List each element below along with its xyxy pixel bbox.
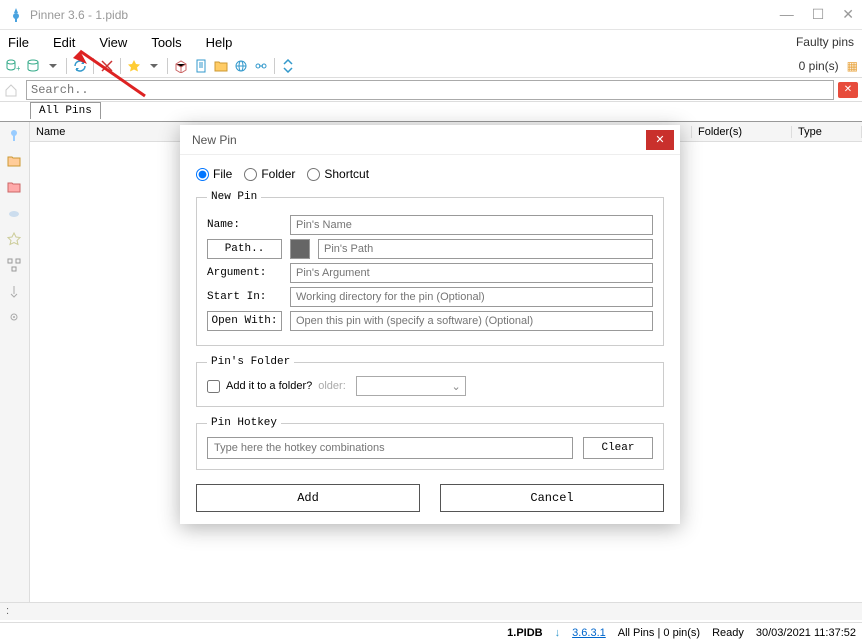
close-button[interactable]: ✕ [842, 6, 854, 23]
clear-hotkey-button[interactable]: Clear [583, 437, 653, 459]
pin-count: 0 pin(s) [799, 59, 839, 73]
folder-sublabel: older: [318, 380, 346, 392]
status-pins: All Pins | 0 pin(s) [618, 627, 700, 639]
radio-shortcut[interactable]: Shortcut [307, 167, 369, 181]
document-icon[interactable] [192, 57, 210, 75]
menu-file[interactable]: File [8, 35, 29, 50]
separator [120, 58, 121, 74]
separator [93, 58, 94, 74]
app-icon [8, 7, 24, 23]
pins-folder-legend: Pin's Folder [207, 356, 294, 368]
add-button[interactable]: Add [196, 484, 420, 512]
col-type[interactable]: Type [792, 126, 862, 138]
folder-open-icon[interactable] [7, 180, 23, 196]
sort-icon[interactable] [279, 57, 297, 75]
name-input[interactable] [290, 215, 653, 235]
dialog-title: New Pin [192, 133, 237, 147]
globe-icon[interactable] [232, 57, 250, 75]
pins-folder-fieldset: Pin's Folder Add it to a folder? older: … [196, 356, 664, 407]
openwith-button[interactable]: Open With: [207, 311, 282, 331]
new-pin-fieldset: New Pin Name: Path.. Argument: Start In:… [196, 191, 664, 346]
minimize-button[interactable]: — [780, 6, 794, 23]
pin-icon[interactable] [7, 128, 23, 144]
sidebar [0, 122, 30, 604]
argument-input[interactable] [290, 263, 653, 283]
path-input[interactable] [318, 239, 653, 259]
menu-view[interactable]: View [99, 35, 127, 50]
hotkey-input[interactable] [207, 437, 573, 459]
openwith-input[interactable] [290, 311, 653, 331]
clear-search-button[interactable]: ✕ [838, 82, 858, 98]
status-ready: Ready [712, 627, 744, 639]
radio-folder-input[interactable] [244, 168, 257, 181]
faulty-pins-label: Faulty pins [796, 35, 854, 49]
maximize-button[interactable]: ☐ [812, 6, 825, 23]
new-pin-legend: New Pin [207, 191, 261, 203]
radio-folder[interactable]: Folder [244, 167, 295, 181]
menu-tools[interactable]: Tools [151, 35, 181, 50]
startin-label: Start In: [207, 291, 282, 303]
radio-file[interactable]: File [196, 167, 232, 181]
status-datetime: 30/03/2021 11:37:52 [756, 627, 856, 639]
path-button[interactable]: Path.. [207, 239, 282, 259]
dropdown-icon[interactable] [44, 57, 62, 75]
folder-select[interactable]: ⌄ [356, 376, 466, 396]
star-icon[interactable] [125, 57, 143, 75]
folder-icon[interactable] [212, 57, 230, 75]
tab-all-pins[interactable]: All Pins [30, 102, 101, 119]
cloud-icon[interactable] [7, 206, 23, 222]
download-icon[interactable]: ↓ [555, 627, 561, 639]
gear-icon[interactable] [7, 310, 23, 326]
col-folders[interactable]: Folder(s) [692, 126, 792, 138]
title-bar: Pinner 3.6 - 1.pidb — ☐ ✕ [0, 0, 862, 30]
new-pin-dialog: New Pin ✕ File Folder Shortcut New Pin N… [180, 125, 680, 524]
refresh-icon[interactable] [71, 57, 89, 75]
separator [167, 58, 168, 74]
tab-bar: All Pins [0, 102, 862, 122]
pin-hotkey-legend: Pin Hotkey [207, 417, 281, 429]
cancel-button[interactable]: Cancel [440, 484, 664, 512]
menu-bar: File Edit View Tools Help Faulty pins [0, 30, 862, 54]
status-file: 1.PIDB [507, 627, 542, 639]
dropdown-icon[interactable] [145, 57, 163, 75]
search-input[interactable] [26, 80, 834, 100]
db-add-icon[interactable]: + [4, 57, 22, 75]
separator [66, 58, 67, 74]
radio-file-input[interactable] [196, 168, 209, 181]
menu-help[interactable]: Help [206, 35, 233, 50]
pushpin-icon[interactable] [7, 284, 23, 300]
folder-closed-icon[interactable] [7, 154, 23, 170]
status-colon: : [6, 605, 9, 617]
status-bar-1: : [0, 602, 862, 620]
version-link[interactable]: 3.6.3.1 [572, 627, 606, 639]
argument-label: Argument: [207, 267, 282, 279]
toolbar: + 0 pin(s) ▦ [0, 54, 862, 78]
radio-shortcut-input[interactable] [307, 168, 320, 181]
separator [274, 58, 275, 74]
grid-view-icon[interactable]: ▦ [847, 59, 858, 73]
menu-edit[interactable]: Edit [53, 35, 75, 50]
svg-text:+: + [16, 64, 20, 73]
pin-hotkey-fieldset: Pin Hotkey Clear [196, 417, 664, 470]
tree-icon[interactable] [7, 258, 23, 274]
star-outline-icon[interactable] [7, 232, 23, 248]
link-icon[interactable] [252, 57, 270, 75]
add-to-folder-label: Add it to a folder? [226, 380, 312, 392]
home-icon[interactable] [4, 83, 22, 97]
add-to-folder-checkbox[interactable] [207, 380, 220, 393]
delete-icon[interactable] [98, 57, 116, 75]
db-icon[interactable] [24, 57, 42, 75]
dialog-close-button[interactable]: ✕ [646, 130, 674, 150]
path-color-picker[interactable] [290, 239, 310, 259]
box-icon[interactable] [172, 57, 190, 75]
name-label: Name: [207, 219, 282, 231]
status-bar-2: 1.PIDB ↓ 3.6.3.1 All Pins | 0 pin(s) Rea… [0, 622, 862, 642]
startin-input[interactable] [290, 287, 653, 307]
window-title: Pinner 3.6 - 1.pidb [30, 8, 780, 22]
search-bar: ✕ [0, 78, 862, 102]
